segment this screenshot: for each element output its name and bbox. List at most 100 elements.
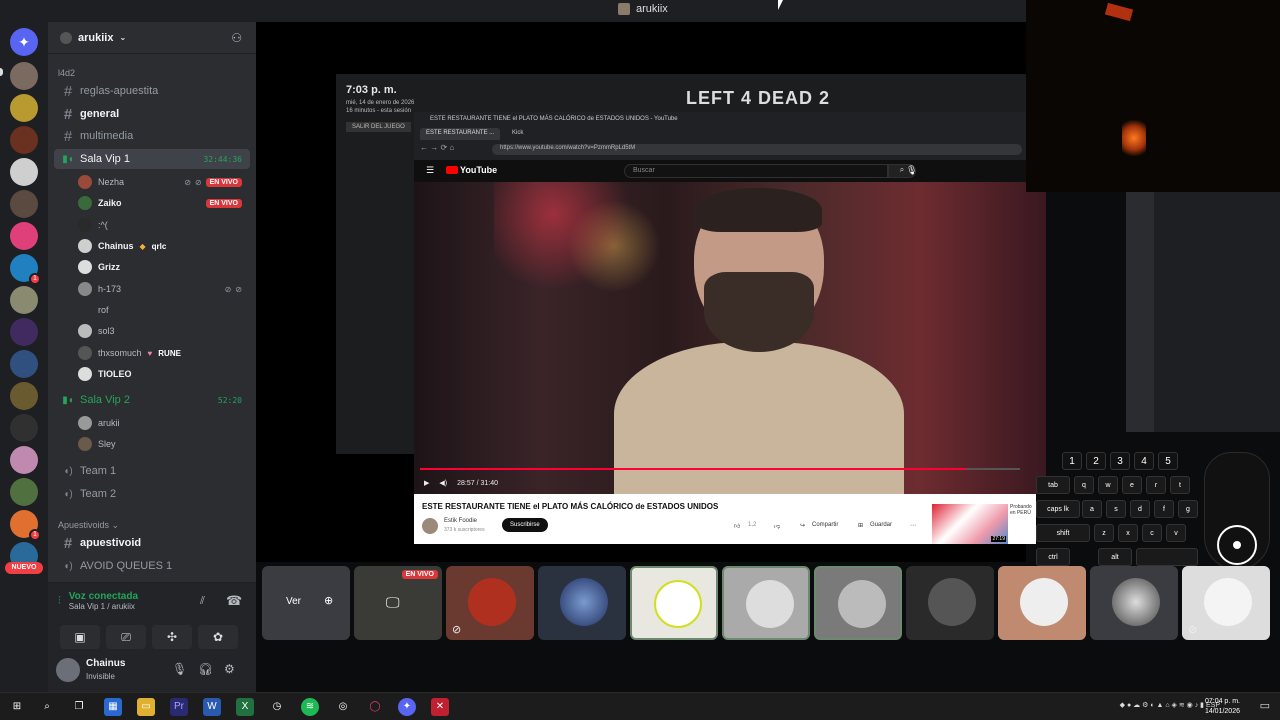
participant-tile[interactable]: ⊘ (1182, 566, 1270, 640)
play-icon: ▶ (424, 480, 430, 487)
view-tile[interactable]: Ver ⊕ (262, 566, 350, 640)
voice-member[interactable]: thxsomuch ♥ RUNE (78, 343, 250, 363)
key-tab: tab (1036, 476, 1070, 494)
taskbar-clock[interactable]: 07:04 p. m. 14/01/2026 (1205, 697, 1240, 717)
participant-tile[interactable] (1090, 566, 1178, 640)
screen-share-icon: 🖵︎ (386, 594, 400, 610)
search-icon[interactable]: ⌕ (38, 698, 56, 716)
voice-member[interactable]: Sley (78, 434, 250, 454)
hash-icon: # (63, 534, 73, 552)
voice-channel-team-2[interactable]: ◖) Team 2 (54, 484, 250, 504)
avatar[interactable] (56, 658, 80, 682)
server-icon[interactable] (10, 94, 38, 122)
steam-icon[interactable]: ◎ (334, 698, 352, 716)
camera-off-button[interactable]: ▣ (60, 625, 100, 649)
share-label: Compartir (812, 522, 839, 528)
voice-member[interactable]: h-173 ⊘ ⊘ (78, 279, 250, 299)
voice-member[interactable]: sol3 (78, 321, 250, 341)
voice-member[interactable]: rof (78, 300, 250, 320)
voice-location[interactable]: Sala Vip 1 / arukiix (69, 602, 138, 611)
key-2: 2 (1086, 452, 1106, 470)
server-icon[interactable] (10, 318, 38, 346)
noise-suppression-icon[interactable]: ⫽ (200, 595, 205, 608)
participant-tile-speaking[interactable] (814, 566, 902, 640)
voice-channel-team-1[interactable]: ◖) Team 1 (54, 461, 250, 481)
channel-general[interactable]: # general (54, 104, 250, 124)
participant-tile[interactable] (906, 566, 994, 640)
voice-member[interactable]: Grizz (78, 257, 250, 277)
voice-channel-sala-vip-2[interactable]: ▮◖ Sala Vip 2 52:20 (54, 390, 250, 410)
channel-apuestivoid[interactable]: # apuestivoid (54, 533, 250, 553)
word-icon[interactable]: W (203, 698, 221, 716)
server-icon[interactable] (10, 190, 38, 218)
server-icon[interactable] (10, 126, 38, 154)
microphone-icon: 🎙︎ (906, 165, 918, 175)
more-icon: ⋯ (910, 523, 916, 529)
participant-tile[interactable] (998, 566, 1086, 640)
app-icon[interactable]: ✕ (431, 698, 449, 716)
soundboard-button[interactable]: ✿ (198, 625, 238, 649)
server-icon[interactable] (10, 478, 38, 506)
server-icon[interactable] (10, 158, 38, 186)
participant-tile-live[interactable]: EN VIVO 🖵︎ (354, 566, 442, 640)
server-icon[interactable] (10, 350, 38, 378)
premiere-icon[interactable]: Pr (170, 698, 188, 716)
category-apuestivoids[interactable]: Apuestivoids ⌄ (58, 520, 119, 531)
server-icon[interactable] (10, 382, 38, 410)
screen-share-button[interactable]: ⎚ (106, 625, 146, 649)
clock-app-icon[interactable]: ◷ (268, 698, 286, 716)
voice-member[interactable]: TIOLEO (78, 364, 250, 384)
headphones-icon[interactable]: 🎧︎ (198, 662, 213, 676)
spotify-icon[interactable]: ≋ (301, 698, 319, 716)
keyboard-overlay: 1 2 3 4 5 tab q w e r t caps lk a s d f … (1036, 450, 1198, 570)
key-s: s (1106, 500, 1126, 518)
server-icon[interactable] (10, 414, 38, 442)
discord-home-icon[interactable]: ✦ (10, 28, 38, 56)
participant-tile[interactable]: ⊘ (446, 566, 534, 640)
app-icon[interactable]: ◯ (366, 698, 384, 716)
hash-icon: # (63, 127, 73, 145)
category-l4d2[interactable]: l4d2 (58, 68, 75, 78)
server-icon[interactable] (10, 286, 38, 314)
guild-header[interactable]: arukiix ⌄ ⚇ (48, 22, 256, 54)
server-icon[interactable] (10, 222, 38, 250)
voice-member[interactable]: arukii (78, 413, 250, 433)
excel-icon[interactable]: X (236, 698, 254, 716)
activities-button[interactable]: ✣ (152, 625, 192, 649)
next-video-title: Probando en PERÚ (1010, 504, 1032, 516)
task-view-icon[interactable]: ❐ (70, 698, 88, 716)
voice-member[interactable]: Chainus ◆ qrlc (78, 236, 250, 256)
zoom-icon[interactable]: ⊕ (324, 594, 333, 607)
voice-member[interactable]: Zaiko EN VIVO (78, 193, 250, 213)
store-icon[interactable]: ▦ (104, 698, 122, 716)
disconnect-icon[interactable]: ☎ (226, 593, 242, 609)
video-time: 28:57 / 31:40 (457, 479, 498, 487)
deafened-icon: ⊘ (1188, 624, 1198, 636)
key-w: w (1098, 476, 1118, 494)
discord-icon[interactable]: ✦ (398, 698, 416, 716)
participant-tile[interactable] (538, 566, 626, 640)
voice-channel-sala-vip-1[interactable]: ▮◖ Sala Vip 1 32:44:36 (54, 149, 250, 169)
invite-icon[interactable]: ⚇ (231, 31, 242, 45)
voice-member[interactable]: Nezha ⊘ ⊘ EN VIVO (78, 172, 250, 192)
stream-view[interactable]: 7:03 p. m. mié, 14 de enero de 2026 16 m… (256, 22, 1046, 562)
voice-member[interactable]: :^( (78, 215, 250, 235)
server-icon[interactable]: 1 (10, 510, 41, 541)
volume-icon: ◀) (439, 480, 448, 487)
channel-reglas-apuestita[interactable]: # reglas-apuestita (54, 81, 250, 101)
notification-icon[interactable]: ▭ (1260, 699, 1270, 712)
voice-channel-avoid-queues[interactable]: ◖) AVOID QUEUES 1 (54, 556, 250, 576)
avatar (78, 346, 92, 360)
windows-start-icon[interactable]: ⊞ (8, 698, 26, 716)
server-icon[interactable] (10, 446, 38, 474)
save-icon: ⊞ (858, 523, 864, 529)
server-icon[interactable]: 1 (10, 254, 41, 285)
server-icon[interactable] (10, 62, 38, 90)
channel-avatar (422, 518, 438, 534)
participant-tile-speaking[interactable] (630, 566, 718, 640)
file-explorer-icon[interactable]: ▭ (137, 698, 155, 716)
channel-multimedia[interactable]: # multimedia (54, 126, 250, 146)
microphone-icon[interactable]: 🎙︎ (172, 662, 187, 676)
participant-tile-speaking[interactable] (722, 566, 810, 640)
gear-icon[interactable]: ⚙ (224, 662, 235, 676)
